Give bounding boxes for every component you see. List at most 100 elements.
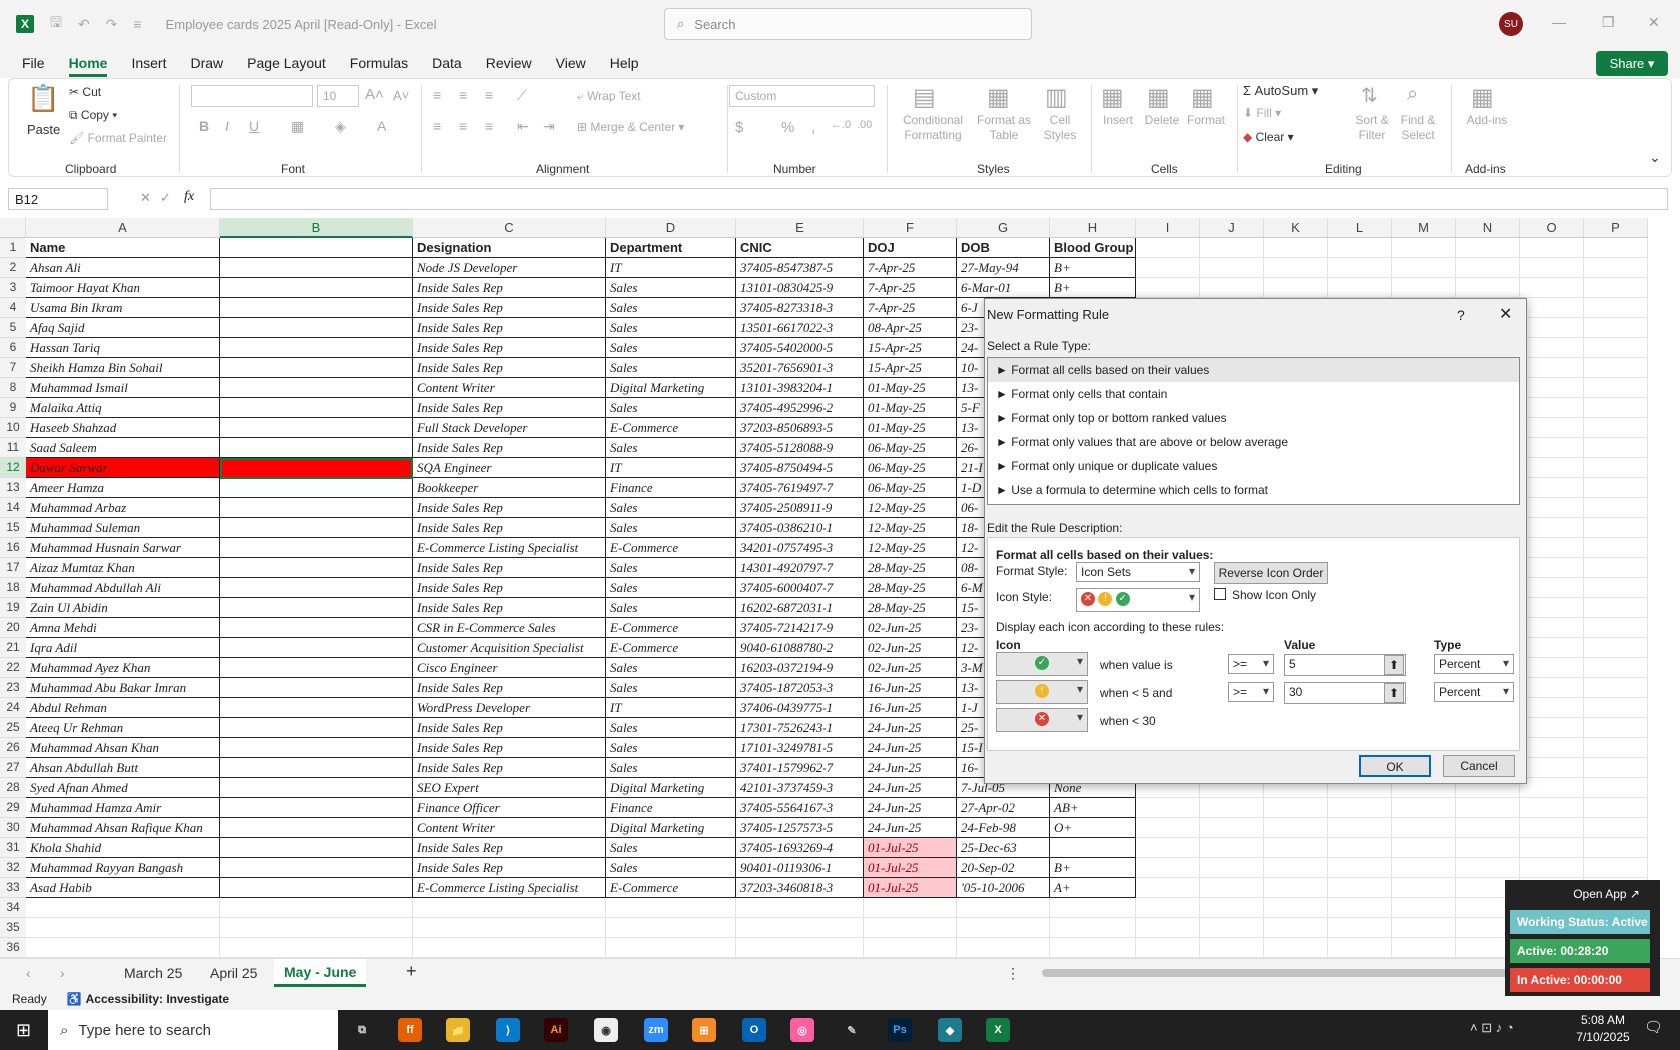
- grid-cell[interactable]: [220, 758, 413, 778]
- font-color-icon[interactable]: A: [377, 118, 386, 134]
- grid-cell[interactable]: Muhammad Ahsan Rafique Khan: [26, 818, 220, 838]
- grid-cell[interactable]: [1136, 818, 1200, 838]
- increase-decimal-icon[interactable]: ←.0: [831, 119, 851, 131]
- operator-dropdown-1[interactable]: >=: [1228, 654, 1274, 674]
- grid-cell[interactable]: Muhammad Hamza Amir: [26, 798, 220, 818]
- customize-qat-icon[interactable]: ≡: [133, 16, 141, 32]
- menu-draw[interactable]: Draw: [190, 55, 223, 71]
- row-header[interactable]: 22: [0, 658, 26, 678]
- grid-cell[interactable]: Asad Habib: [26, 878, 220, 898]
- grid-cell[interactable]: 16203-0372194-9: [736, 658, 864, 678]
- grid-cell[interactable]: Bookkeeper: [413, 478, 606, 498]
- find-select-icon[interactable]: ⌕: [1407, 83, 1418, 106]
- grid-cell[interactable]: Zain Ul Abidin: [26, 598, 220, 618]
- grid-cell[interactable]: [1584, 238, 1648, 258]
- row-header[interactable]: 16: [0, 538, 26, 558]
- system-tray-icons[interactable]: ˄ ⊡ ♪ ◔: [1470, 1020, 1514, 1036]
- grid-cell[interactable]: Ahsan Ali: [26, 258, 220, 278]
- grid-cell[interactable]: [220, 338, 413, 358]
- grid-cell[interactable]: Digital Marketing: [606, 378, 736, 398]
- grid-cell[interactable]: 12-May-25: [864, 538, 957, 558]
- grid-cell[interactable]: 01-May-25: [864, 418, 957, 438]
- grid-cell[interactable]: Muhammad Husnain Sarwar: [26, 538, 220, 558]
- conditional-formatting-button[interactable]: Conditional Formatting: [893, 113, 973, 143]
- grid-cell[interactable]: 16-Jun-25: [864, 698, 957, 718]
- row-header[interactable]: 1: [0, 238, 26, 258]
- grid-cell[interactable]: Muhammad Rayyan Bangash: [26, 858, 220, 878]
- grid-cell[interactable]: [220, 318, 413, 338]
- format-as-table-icon[interactable]: ▦: [987, 83, 1010, 112]
- grid-cell[interactable]: [1456, 818, 1520, 838]
- grid-cell[interactable]: [1136, 858, 1200, 878]
- grid-cell[interactable]: [220, 298, 413, 318]
- row-header[interactable]: 20: [0, 618, 26, 638]
- grid-cell[interactable]: [1520, 818, 1584, 838]
- row-header[interactable]: 6: [0, 338, 26, 358]
- row-header[interactable]: 5: [0, 318, 26, 338]
- grid-cell[interactable]: 01-Jul-25: [864, 838, 957, 858]
- menu-file[interactable]: File: [22, 55, 45, 71]
- format-as-table-button[interactable]: Format as Table: [969, 113, 1039, 143]
- grid-cell[interactable]: 90401-0119306-1: [736, 858, 864, 878]
- grid-cell[interactable]: O+: [1050, 818, 1136, 838]
- sort-filter-button[interactable]: Sort & Filter: [1347, 113, 1397, 143]
- row-header[interactable]: 28: [0, 778, 26, 798]
- share-button[interactable]: Share ▾: [1596, 51, 1668, 76]
- grid-cell[interactable]: [220, 798, 413, 818]
- grid-cell[interactable]: Digital Marketing: [606, 818, 736, 838]
- orientation-icon[interactable]: ⟋: [517, 87, 527, 104]
- grid-cell[interactable]: Cisco Engineer: [413, 658, 606, 678]
- grid-cell[interactable]: Aizaz Mumtaz Khan: [26, 558, 220, 578]
- grid-cell[interactable]: Inside Sales Rep: [413, 438, 606, 458]
- help-icon[interactable]: ?: [1457, 307, 1465, 323]
- grid-cell[interactable]: [736, 938, 864, 958]
- grid-cell[interactable]: [1136, 838, 1200, 858]
- collapse-ribbon-icon[interactable]: ⌄: [1649, 149, 1661, 166]
- grid-cell[interactable]: [1328, 258, 1392, 278]
- grid-cell[interactable]: Sales: [606, 518, 736, 538]
- grid-cell[interactable]: 37405-1693269-4: [736, 838, 864, 858]
- grid-cell[interactable]: [1136, 258, 1200, 278]
- grid-cell[interactable]: 27-May-94: [957, 258, 1050, 278]
- grid-cell[interactable]: 37406-0439775-1: [736, 698, 864, 718]
- grid-cell[interactable]: [1584, 278, 1648, 298]
- grid-cell[interactable]: Full Stack Developer: [413, 418, 606, 438]
- grid-cell[interactable]: Sales: [606, 838, 736, 858]
- grid-cell[interactable]: CNIC: [736, 238, 864, 258]
- insert-cells-icon[interactable]: ▦: [1101, 83, 1124, 112]
- delete-cells-button[interactable]: Delete: [1137, 113, 1187, 128]
- grid-cell[interactable]: [1456, 258, 1520, 278]
- show-icon-only-checkbox[interactable]: [1214, 588, 1226, 600]
- align-right-icon[interactable]: ≡: [485, 118, 493, 134]
- grid-cell[interactable]: 01-May-25: [864, 398, 957, 418]
- bold-icon[interactable]: B: [199, 118, 209, 134]
- grid-cell[interactable]: [1520, 258, 1584, 278]
- grid-cell[interactable]: E-Commerce: [606, 638, 736, 658]
- column-header[interactable]: K: [1264, 218, 1328, 238]
- pen-tool-icon[interactable]: ✎: [840, 1018, 864, 1042]
- grid-cell[interactable]: 37405-8273318-3: [736, 298, 864, 318]
- grid-cell[interactable]: AB+: [1050, 798, 1136, 818]
- grid-cell[interactable]: 12-May-25: [864, 498, 957, 518]
- row-header[interactable]: 35: [0, 918, 26, 938]
- grid-cell[interactable]: B+: [1050, 278, 1136, 298]
- grid-cell[interactable]: [1136, 938, 1200, 958]
- rule-type-item[interactable]: ► Format only unique or duplicate values: [988, 454, 1519, 478]
- search-input[interactable]: ⌕ Search: [664, 8, 1032, 40]
- grid-cell[interactable]: Sales: [606, 658, 736, 678]
- grid-cell[interactable]: Designation: [413, 238, 606, 258]
- grid-cell[interactable]: 37405-1257573-5: [736, 818, 864, 838]
- select-all-button[interactable]: [0, 218, 26, 238]
- menu-help[interactable]: Help: [610, 55, 639, 71]
- column-header[interactable]: O: [1520, 218, 1584, 238]
- grid-cell[interactable]: Sales: [606, 298, 736, 318]
- column-header[interactable]: G: [957, 218, 1050, 238]
- grid-cell[interactable]: Name: [26, 238, 220, 258]
- grid-cell[interactable]: 37405-2508911-9: [736, 498, 864, 518]
- grid-cell[interactable]: Ahsan Abdullah Butt: [26, 758, 220, 778]
- grid-cell[interactable]: [1200, 858, 1264, 878]
- grid-cell[interactable]: Afaq Sajid: [26, 318, 220, 338]
- grid-cell[interactable]: 37405-6000407-7: [736, 578, 864, 598]
- grid-cell[interactable]: 15-Apr-25: [864, 358, 957, 378]
- row-header[interactable]: 21: [0, 638, 26, 658]
